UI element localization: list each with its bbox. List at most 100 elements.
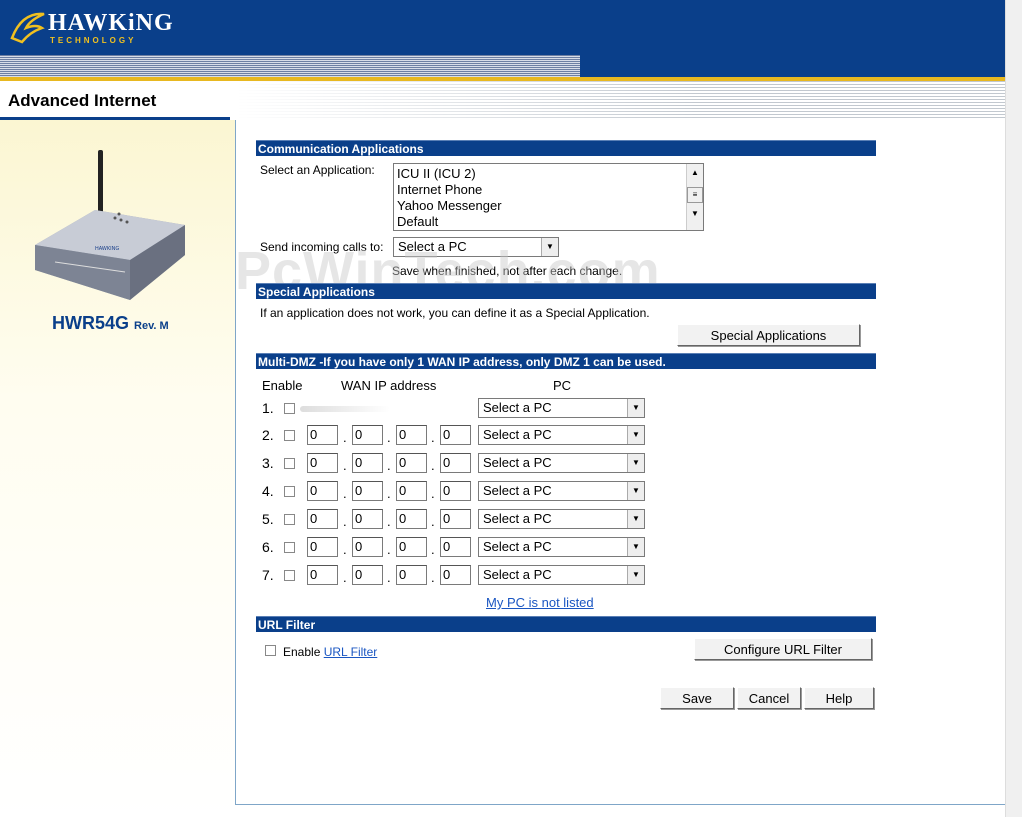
dmz-ip-octet-4[interactable]: 0 [440, 537, 471, 557]
ip-dot: . [387, 430, 391, 445]
communication-header: Communication Applications [256, 140, 876, 156]
dmz-ip-octet-3[interactable]: 0 [396, 425, 427, 445]
dmz-ip-octet-2[interactable]: 0 [352, 565, 383, 585]
dmz-ip-octet-1[interactable]: 0 [307, 565, 338, 585]
ip-dot: . [431, 514, 435, 529]
chevron-down-icon: ▼ [627, 482, 644, 500]
model-name: HWR54G [52, 313, 130, 333]
dmz-enable-checkbox[interactable] [284, 570, 295, 581]
chevron-down-icon: ▼ [627, 566, 644, 584]
ip-dot: . [387, 542, 391, 557]
dmz-pc-value: Select a PC [483, 427, 552, 442]
dmz-ip-octet-2[interactable]: 0 [352, 509, 383, 529]
application-option[interactable]: Default [397, 214, 438, 229]
special-description: If an application does not work, you can… [260, 306, 650, 320]
dmz-ip-octet-3[interactable]: 0 [396, 509, 427, 529]
dmz-pc-value: Select a PC [483, 567, 552, 582]
dmz-pc-select[interactable]: Select a PC ▼ [478, 453, 645, 473]
url-filter-enable-checkbox[interactable] [265, 645, 276, 656]
pc-not-listed-link[interactable]: My PC is not listed [486, 595, 594, 610]
pc-column-header: PC [553, 378, 572, 393]
hawking-logo: HAWKiNG TECHNOLOGY [8, 6, 183, 50]
ip-dot: . [343, 458, 347, 473]
dmz-enable-checkbox[interactable] [284, 430, 295, 441]
dmz-ip-octet-1[interactable]: 0 [307, 537, 338, 557]
ip-dot: . [343, 514, 347, 529]
chevron-down-icon: ▼ [627, 454, 644, 472]
dmz-ip-octet-3[interactable]: 0 [396, 537, 427, 557]
dmz-ip-octet-1[interactable]: 0 [307, 509, 338, 529]
window-scrollbar[interactable] [1005, 0, 1022, 817]
chevron-down-icon: ▼ [627, 399, 644, 417]
chevron-down-icon: ▼ [627, 510, 644, 528]
ip-dot: . [343, 430, 347, 445]
title-band [235, 81, 1005, 119]
dmz-header: Multi-DMZ -If you have only 1 WAN IP add… [256, 353, 876, 369]
dmz-ip-octet-3[interactable]: 0 [396, 565, 427, 585]
dmz-pc-select[interactable]: Select a PC ▼ [478, 398, 645, 418]
dmz-ip-octet-1[interactable]: 0 [307, 481, 338, 501]
enable-column-header: Enable [262, 378, 303, 393]
svg-text:HAWKING: HAWKING [95, 246, 119, 252]
dmz-enable-checkbox[interactable] [284, 486, 295, 497]
ip-dot: . [387, 458, 391, 473]
dmz-wan-ip-masked [300, 406, 390, 412]
dmz-ip-octet-1[interactable]: 0 [307, 425, 338, 445]
url-filter-header: URL Filter [256, 616, 876, 632]
dmz-ip-octet-4[interactable]: 0 [440, 453, 471, 473]
dmz-enable-checkbox[interactable] [284, 542, 295, 553]
page-title: Advanced Internet [8, 91, 157, 110]
left-panel: HAWKING [0, 120, 235, 817]
dmz-row-number: 6. [262, 539, 274, 555]
dmz-ip-octet-1[interactable]: 0 [307, 453, 338, 473]
dmz-pc-select[interactable]: Select a PC ▼ [478, 565, 645, 585]
dmz-ip-octet-2[interactable]: 0 [352, 537, 383, 557]
dmz-ip-octet-3[interactable]: 0 [396, 453, 427, 473]
configure-url-filter-button[interactable]: Configure URL Filter [694, 638, 872, 660]
dmz-enable-checkbox[interactable] [284, 458, 295, 469]
ip-dot: . [343, 570, 347, 585]
ip-dot: . [431, 458, 435, 473]
dmz-pc-select[interactable]: Select a PC ▼ [478, 481, 645, 501]
help-button[interactable]: Help [804, 687, 874, 709]
dmz-ip-octet-3[interactable]: 0 [396, 481, 427, 501]
dmz-ip-octet-2[interactable]: 0 [352, 481, 383, 501]
dmz-pc-value: Select a PC [483, 511, 552, 526]
application-listbox[interactable]: ICU II (ICU 2) Internet Phone Yahoo Mess… [393, 163, 704, 231]
model-label: HWR54G Rev. M [52, 313, 169, 334]
dmz-ip-octet-4[interactable]: 0 [440, 481, 471, 501]
url-filter-enable-label: Enable URL Filter [283, 645, 377, 659]
dmz-pc-select[interactable]: Select a PC ▼ [478, 537, 645, 557]
save-button[interactable]: Save [660, 687, 734, 709]
cancel-button[interactable]: Cancel [737, 687, 801, 709]
dmz-ip-octet-2[interactable]: 0 [352, 425, 383, 445]
ip-dot: . [343, 486, 347, 501]
dmz-ip-octet-4[interactable]: 0 [440, 565, 471, 585]
brand-tagline: TECHNOLOGY [50, 36, 137, 45]
model-revision: Rev. M [134, 320, 169, 332]
dmz-pc-value: Select a PC [483, 455, 552, 470]
dmz-ip-octet-2[interactable]: 0 [352, 453, 383, 473]
listbox-scrollbar[interactable]: ▲ ≡ ▼ [686, 164, 703, 230]
dmz-row-number: 7. [262, 567, 274, 583]
url-filter-link[interactable]: URL Filter [324, 645, 378, 659]
dmz-enable-checkbox[interactable] [284, 403, 295, 414]
router-image: HAWKING [35, 150, 185, 300]
dmz-ip-octet-4[interactable]: 0 [440, 509, 471, 529]
select-application-label: Select an Application: [260, 163, 375, 177]
dmz-pc-select[interactable]: Select a PC ▼ [478, 425, 645, 445]
dmz-pc-value: Select a PC [483, 483, 552, 498]
chevron-down-icon: ▼ [627, 426, 644, 444]
dmz-pc-select[interactable]: Select a PC ▼ [478, 509, 645, 529]
ip-dot: . [431, 542, 435, 557]
application-option[interactable]: Yahoo Messenger [397, 198, 502, 213]
application-option[interactable]: ICU II (ICU 2) [397, 166, 476, 181]
dmz-row-number: 4. [262, 483, 274, 499]
dmz-enable-checkbox[interactable] [284, 514, 295, 525]
special-applications-button[interactable]: Special Applications [677, 324, 860, 346]
dmz-ip-octet-4[interactable]: 0 [440, 425, 471, 445]
enable-text: Enable [283, 645, 321, 659]
ip-dot: . [343, 542, 347, 557]
application-option[interactable]: Internet Phone [397, 182, 482, 197]
wan-column-header: WAN IP address [341, 378, 437, 393]
